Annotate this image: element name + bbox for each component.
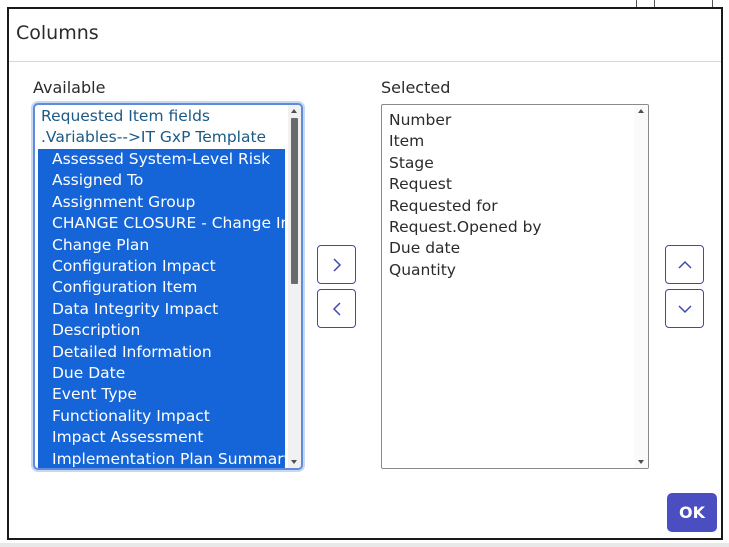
- selected-listbox[interactable]: Number Item Stage Request Requested for …: [381, 104, 649, 469]
- scroll-down-arrow-icon[interactable]: [291, 460, 297, 464]
- list-option[interactable]: Requested for: [389, 196, 637, 217]
- option-group-label: .Variables-->IT GxP Template: [41, 128, 267, 147]
- list-option[interactable]: Description: [38, 320, 285, 341]
- list-option[interactable]: Assessed System-Level Risk: [38, 149, 285, 170]
- scroll-up-arrow-icon[interactable]: [291, 109, 297, 113]
- scrollbar-thumb[interactable]: [291, 118, 298, 284]
- available-options: Assessed System-Level Risk Assigned To A…: [38, 149, 285, 468]
- list-option[interactable]: Assignment Group: [38, 192, 285, 213]
- list-option[interactable]: CHANGE CLOSURE - Change Implementation: [38, 213, 285, 234]
- dialog-title: Columns: [16, 22, 99, 44]
- chevron-up-icon: [677, 260, 692, 269]
- chevron-left-icon: [332, 301, 341, 316]
- window-edge-mark: [712, 0, 713, 7]
- list-option[interactable]: Due Date: [38, 363, 285, 384]
- list-option[interactable]: Assigned To: [38, 170, 285, 191]
- scroll-down-arrow-icon[interactable]: [638, 460, 644, 464]
- add-column-button[interactable]: [317, 245, 356, 284]
- selected-label: Selected: [381, 78, 451, 97]
- move-down-button[interactable]: [665, 289, 704, 328]
- remove-column-button[interactable]: [317, 289, 356, 328]
- list-option[interactable]: Item: [389, 131, 637, 152]
- move-up-button[interactable]: [665, 245, 704, 284]
- available-scrollbar[interactable]: [288, 105, 301, 468]
- title-divider: [9, 61, 721, 62]
- chevron-down-icon: [677, 304, 692, 313]
- list-option[interactable]: Stage: [389, 153, 637, 174]
- available-listbox[interactable]: Requested Item fields .Variables-->IT Gx…: [33, 103, 303, 470]
- list-option[interactable]: Request.Opened by: [389, 217, 637, 238]
- list-option[interactable]: Event Type: [38, 384, 285, 405]
- list-option[interactable]: Quantity: [389, 260, 637, 281]
- list-option[interactable]: Configuration Impact: [38, 256, 285, 277]
- list-option[interactable]: Data Integrity Impact: [38, 299, 285, 320]
- list-option[interactable]: Number: [389, 110, 637, 131]
- list-option[interactable]: Request: [389, 174, 637, 195]
- available-groups: Requested Item fields .Variables-->IT Gx…: [35, 106, 285, 149]
- list-option[interactable]: Change Plan: [38, 235, 285, 256]
- ok-button[interactable]: OK: [667, 493, 717, 532]
- option-group-label: Requested Item fields: [41, 107, 210, 125]
- list-option[interactable]: Detailed Information: [38, 342, 285, 363]
- window-edge-mark: [636, 0, 637, 7]
- list-option[interactable]: Implementation Plan Summary: [38, 449, 285, 468]
- selected-options: Number Item Stage Request Requested for …: [389, 110, 637, 281]
- scroll-up-arrow-icon[interactable]: [638, 109, 644, 113]
- selected-scrollbar[interactable]: [634, 105, 648, 468]
- list-option[interactable]: Due date: [389, 238, 637, 259]
- list-option[interactable]: Configuration Item: [38, 277, 285, 298]
- chevron-right-icon: [332, 257, 341, 272]
- window-edge-mark: [654, 0, 655, 7]
- list-option[interactable]: Impact Assessment: [38, 427, 285, 448]
- page-bottom-strip: [0, 543, 729, 547]
- available-label: Available: [33, 78, 106, 97]
- list-option[interactable]: Functionality Impact: [38, 406, 285, 427]
